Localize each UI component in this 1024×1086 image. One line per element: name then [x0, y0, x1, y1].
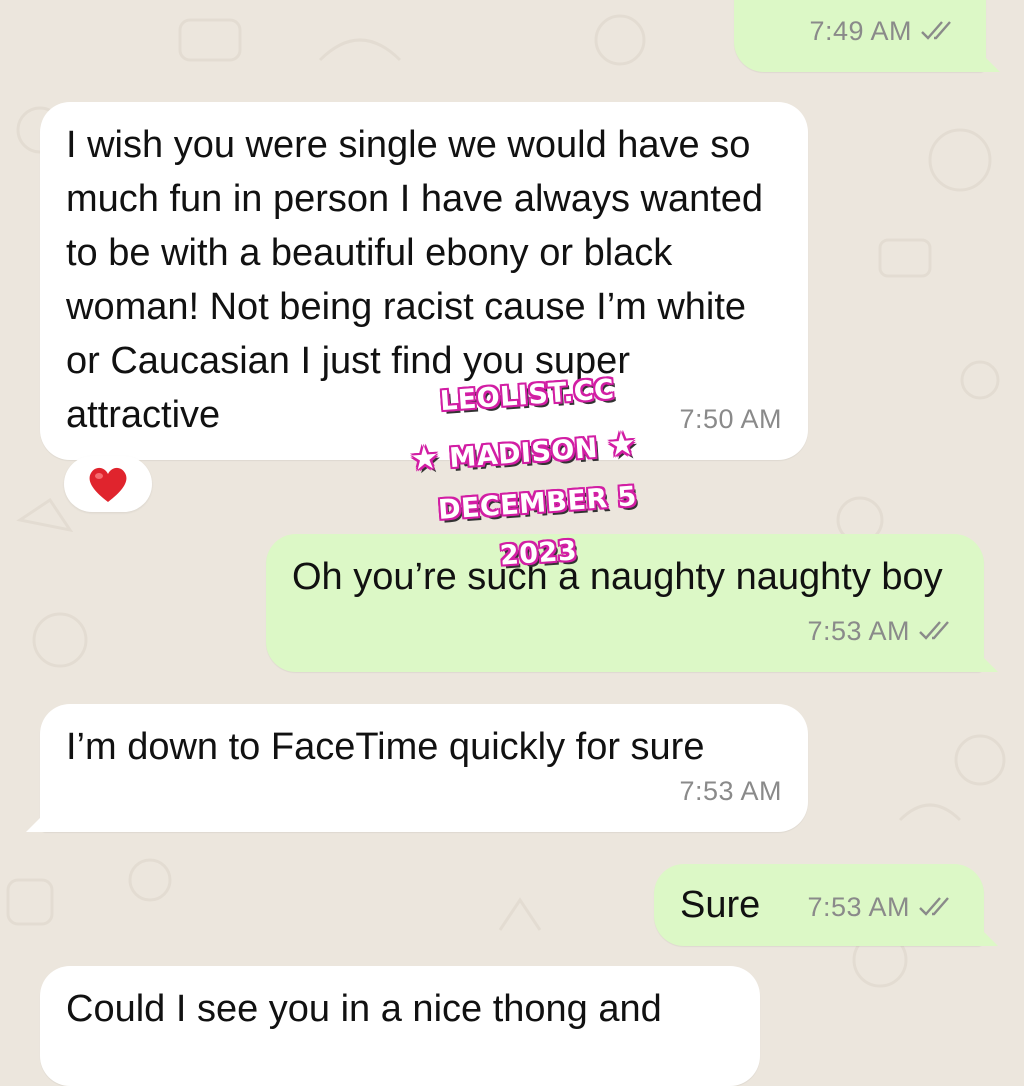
watermark-date: DECEMBER 5 [437, 481, 638, 526]
message-meta: 7:50 AM [679, 392, 782, 446]
message-text: Could I see you in a nice thong and [66, 988, 662, 1030]
message-time: 7:53 AM [679, 776, 782, 806]
message-time: 7:53 AM [807, 616, 910, 646]
message-bubble-outgoing[interactable]: Oh you’re such a naughty naughty boy 7:5… [266, 534, 998, 672]
message-text: I wish you were single we would have so … [66, 124, 774, 436]
message-meta: 7:49 AM [809, 4, 960, 58]
message-time: 7:50 AM [679, 404, 782, 434]
message-text: I’m down to FaceTime quickly for sure [66, 726, 705, 768]
double-check-icon [919, 897, 949, 916]
message-bubble-outgoing[interactable]: Sure 7:53 AM [654, 864, 998, 946]
message-bubble-incoming[interactable]: Could I see you in a nice thong and [40, 966, 760, 1086]
message-meta: 7:53 AM [807, 604, 958, 658]
message-meta: 7:53 AM [679, 764, 782, 818]
message-bubble-outgoing[interactable]: 7:49 AM [734, 0, 1000, 72]
message-bubble-incoming[interactable]: I wish you were single we would have so … [40, 102, 808, 460]
message-time: 7:49 AM [809, 16, 912, 46]
message-meta: 7:53 AM [807, 880, 958, 934]
message-time: 7:53 AM [807, 892, 910, 922]
message-reaction[interactable] [64, 456, 152, 512]
double-check-icon [921, 21, 951, 40]
message-bubble-incoming[interactable]: I’m down to FaceTime quickly for sure 7:… [26, 704, 808, 832]
red-heart-icon [89, 467, 127, 502]
double-check-icon [919, 621, 949, 640]
message-text: Oh you’re such a naughty naughty boy [292, 556, 943, 598]
